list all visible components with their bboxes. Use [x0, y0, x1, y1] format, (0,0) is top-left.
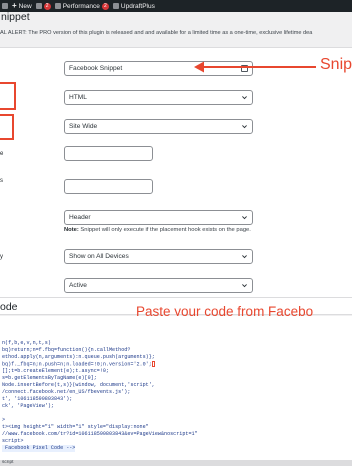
editor-footer: script — [0, 460, 352, 466]
code-line: /connect.facebook.net/en_US/fbevents.js'… — [2, 389, 131, 395]
chevron-down-icon — [241, 214, 248, 221]
code-line-text: bq)f._fbq=n;n.push=n;n.loaded=!0;n.versi… — [2, 361, 152, 368]
row-label-1: e — [0, 151, 4, 157]
updates-count-badge: 2 — [43, 2, 51, 10]
code-line: [];t=b.createElement(e);t.async=!0; — [2, 368, 109, 374]
device-value: Show on All Devices — [69, 253, 129, 260]
pro-alert-notice: AL ALERT: The PRO version of this plugin… — [0, 30, 313, 36]
placement-value: Header — [69, 214, 91, 221]
code-line: ethod.apply(n,arguments):n.queue.push(ar… — [2, 354, 155, 360]
snippet-settings-panel: e s y Facebook Snippet HTML Site Wide He… — [0, 47, 352, 297]
row-label-4: y — [0, 254, 3, 260]
plus-icon: + — [12, 1, 17, 10]
text-cursor — [151, 361, 155, 367]
site-display-value: Site Wide — [69, 123, 98, 130]
annotation-box-site-display — [0, 114, 14, 140]
snippet-title-value: Facebook Snippet — [69, 65, 123, 72]
code-line: s=b.getElementsByTagName(e)[0]; — [2, 375, 97, 381]
placement-note: Note: Snippet will only execute if the p… — [64, 227, 251, 233]
admin-bar: + New 2 Performance 2 UpdraftPlus — [0, 0, 352, 12]
admin-bar-updates[interactable]: 2 — [35, 2, 51, 10]
code-line: ck', 'PageView'); — [2, 403, 54, 409]
chevron-down-icon — [241, 253, 248, 260]
admin-bar-new-label: New — [18, 2, 32, 10]
site-display-select[interactable]: Site Wide — [64, 119, 253, 134]
admin-bar-updraftplus[interactable]: UpdraftPlus — [112, 2, 155, 10]
status-value: Active — [69, 282, 87, 289]
wordpress-icon — [2, 3, 8, 9]
chevron-down-icon — [241, 123, 248, 130]
code-section-title: ode — [0, 301, 18, 313]
code-line: //www.facebook.com/tr?id=106118590803843… — [2, 431, 198, 437]
admin-bar-new[interactable]: + New — [12, 2, 32, 10]
updates-icon — [35, 3, 42, 9]
code-line: script> — [2, 438, 24, 444]
placement-select[interactable]: Header — [64, 210, 253, 225]
performance-icon — [54, 3, 61, 9]
performance-count-badge: 2 — [101, 2, 109, 10]
empty-input-1[interactable] — [64, 146, 153, 161]
code-line: bq)return;n=f.fbq=function(){n.callMetho… — [2, 347, 131, 353]
admin-bar-updraftplus-label: UpdraftPlus — [120, 2, 155, 10]
annotation-arrow-title — [194, 61, 316, 73]
code-line: n(f,b,e,v,n,t,s) — [2, 340, 51, 346]
annotation-box-code-type — [0, 82, 16, 110]
note-text: Snippet will only execute if the placeme… — [78, 227, 251, 233]
code-line: t><img height="1" width="1" style="displ… — [2, 424, 149, 430]
page-title: nippet — [1, 11, 30, 23]
row-label-2: s — [0, 178, 3, 184]
admin-bar-wordpress[interactable] — [2, 3, 8, 9]
chevron-down-icon — [241, 282, 248, 289]
updraft-icon — [112, 3, 119, 9]
admin-bar-performance-label: Performance — [62, 2, 100, 10]
code-type-value: HTML — [69, 94, 87, 101]
chevron-down-icon — [241, 94, 248, 101]
annotation-text-title: Snipp — [320, 56, 352, 73]
empty-input-2[interactable] — [64, 179, 153, 194]
device-select[interactable]: Show on All Devices — [64, 249, 253, 264]
code-type-select[interactable]: HTML — [64, 90, 253, 105]
code-line: > — [2, 417, 6, 423]
code-line: t', '106118590803843'); — [2, 396, 73, 402]
code-line: Node.insertBefore(t,s)}(window, document… — [2, 382, 155, 388]
code-line: Facebook Pixel Code --> — [2, 445, 76, 453]
code-editor[interactable]: n(f,b,e,v,n,t,s) bq)return;n=f.fbq=funct… — [0, 316, 352, 461]
status-select[interactable]: Active — [64, 278, 253, 293]
note-bold: Note: — [64, 227, 79, 233]
admin-bar-performance[interactable]: Performance 2 — [54, 2, 109, 10]
